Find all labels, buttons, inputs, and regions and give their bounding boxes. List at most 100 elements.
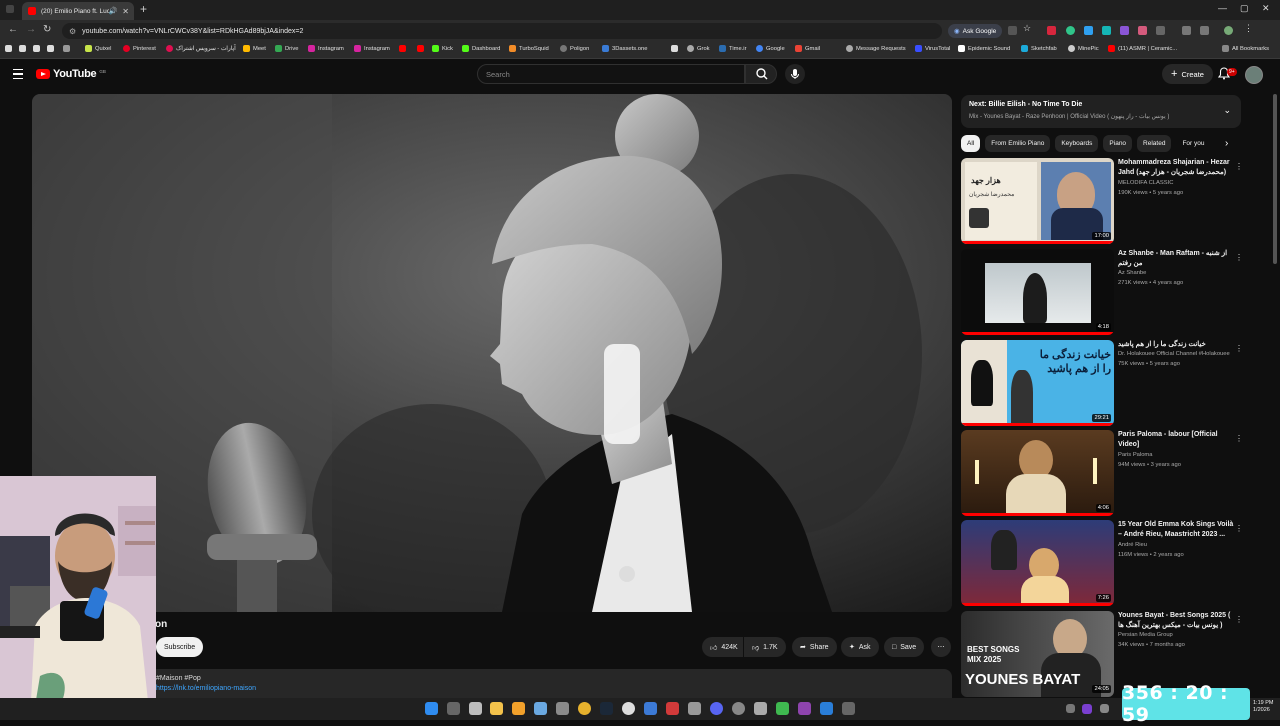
channel-name[interactable]: André Rieu [1118, 542, 1147, 548]
profile-icon[interactable] [1224, 26, 1233, 35]
back-icon[interactable]: ← [8, 24, 18, 35]
search-app-icon[interactable] [512, 702, 525, 715]
taskbar-app-icon[interactable] [469, 702, 482, 715]
bookmark-instagram-2[interactable]: Instagram [354, 45, 390, 52]
more-options-icon[interactable]: ⋮ [1235, 434, 1243, 443]
tray-icon[interactable] [1066, 704, 1075, 713]
chip-piano[interactable]: Piano [1103, 135, 1133, 152]
chrome-icon[interactable] [578, 702, 591, 715]
unreal-engine-icon[interactable] [622, 702, 635, 715]
video-thumbnail[interactable]: 7:26 [961, 520, 1114, 606]
cast-icon[interactable] [1008, 26, 1017, 35]
new-tab-icon[interactable]: + [140, 2, 147, 16]
bookmark-folder-1[interactable] [5, 45, 12, 52]
chip-for-you[interactable]: For you [1176, 135, 1210, 152]
video-thumbnail[interactable]: 4:06 [961, 430, 1114, 516]
reload-icon[interactable]: ↻ [43, 24, 51, 35]
bookmark-drive[interactable]: Drive [275, 45, 299, 52]
hamburger-menu-icon[interactable] [13, 69, 23, 79]
audio-icon[interactable]: 🔊 [109, 7, 118, 15]
bookmark-google[interactable]: Google [756, 45, 785, 52]
share-button[interactable]: ➦ Share [792, 637, 837, 657]
tab-close-icon[interactable]: ✕ [122, 7, 129, 16]
bookmark-folder-4[interactable] [47, 45, 54, 52]
bookmark-unnamed[interactable] [671, 45, 678, 52]
recommendation-item[interactable]: هزار جهد محمدرضا شجریان 17:00 Mohammadre… [961, 158, 1261, 244]
video-thumbnail[interactable]: هزار جهد محمدرضا شجریان 17:00 [961, 158, 1114, 244]
save-button[interactable]: □ Save [884, 637, 925, 657]
chip-keyboards[interactable]: Keyboards [1055, 135, 1099, 152]
bookmark-quixel[interactable]: Quixel [85, 45, 111, 52]
extension-pink-icon[interactable] [1138, 26, 1147, 35]
discord-icon[interactable] [710, 702, 723, 715]
sidebar-icon[interactable] [1200, 26, 1209, 35]
chip-from-emilio-piano[interactable]: From Emilio Piano [985, 135, 1051, 152]
bookmark-instagram-1[interactable]: Instagram [308, 45, 344, 52]
settings-icon[interactable] [556, 702, 569, 715]
bookmark-folder-2[interactable] [19, 45, 26, 52]
bookmark-minepic[interactable]: MinePic [1068, 45, 1099, 52]
chevron-right-icon[interactable]: › [1225, 138, 1228, 149]
channel-name[interactable]: Paris Paloma [1118, 452, 1152, 458]
video-title[interactable]: Az Shanbe - Man Raftam - از شنبه من رفتم [1118, 249, 1236, 268]
channel-name[interactable]: Persian Media Group [1118, 632, 1173, 638]
chip-all[interactable]: All [961, 135, 981, 152]
mail-icon[interactable] [534, 702, 547, 715]
bookmark-epidemic-sound[interactable]: Epidemic Sound [958, 45, 1010, 52]
extension-blue-icon[interactable] [1084, 26, 1093, 35]
video-thumbnail[interactable]: BEST SONGS MIX 2025 YOUNES BAYAT 24:05 [961, 611, 1114, 697]
taskbar-app-icon[interactable] [820, 702, 833, 715]
recommendation-item[interactable]: 7:26 15 Year Old Emma Kok Sings Voilà – … [961, 520, 1261, 606]
recommendation-item[interactable]: 4:18 Az Shanbe - Man Raftam - از شنبه من… [961, 249, 1261, 335]
bookmark-kick[interactable]: Kick [432, 45, 453, 52]
task-view-icon[interactable] [447, 702, 460, 715]
bookmark-meet[interactable]: Meet [243, 45, 266, 52]
dislike-button[interactable]: 👎︎ 1.7K [744, 637, 786, 657]
video-title[interactable]: 15 Year Old Emma Kok Sings Voilà – André… [1118, 520, 1236, 539]
forward-icon[interactable]: → [26, 24, 36, 35]
extension-red-icon[interactable] [1047, 26, 1056, 35]
bookmark-virustotal[interactable]: VirusTotal [915, 45, 950, 52]
steam-icon[interactable] [600, 702, 613, 715]
tab-search-icon[interactable] [6, 5, 14, 13]
more-options-icon[interactable]: ⋮ [1235, 162, 1243, 171]
taskbar-app-icon[interactable] [776, 702, 789, 715]
extension-violet-icon[interactable] [1120, 26, 1129, 35]
up-next-panel[interactable]: Next: Billie Eilish - No Time To Die Mix… [961, 95, 1241, 128]
search-button[interactable] [745, 64, 777, 84]
video-thumbnail[interactable]: خیانت زندگی ما را از هم پاشید 29:21 [961, 340, 1114, 426]
channel-name[interactable]: MELODIFA CLASSIC [1118, 180, 1173, 186]
bookmark-aparat[interactable]: آپارات - سرویس اشتراک [166, 45, 236, 52]
youtube-logo[interactable]: YouTube GB [36, 68, 106, 80]
bookmark-poligon[interactable]: Poligon [560, 45, 589, 52]
chrome-menu-icon[interactable]: ⋮ [1244, 23, 1253, 33]
taskbar-app-icon[interactable] [644, 702, 657, 715]
more-options-icon[interactable]: ⋮ [1235, 524, 1243, 533]
bookmark-asmr[interactable]: (11) ASMR | Ceramic... [1108, 45, 1177, 52]
close-window-icon[interactable]: ✕ [1262, 3, 1270, 14]
channel-name[interactable]: Az Shanbe [1118, 270, 1146, 276]
bookmark-grok[interactable]: Grok [687, 45, 710, 52]
more-actions-button[interactable]: ⋯ [931, 637, 951, 657]
all-bookmarks[interactable]: All Bookmarks [1222, 45, 1269, 52]
bookmark-pinterest[interactable]: Pinterest [123, 45, 156, 52]
bookmark-youtube-2[interactable] [417, 45, 424, 52]
browser-tab-active[interactable]: (20) Emilio Piano ft. Lucie – 🔊 ✕ [22, 2, 134, 20]
video-player[interactable] [32, 94, 952, 612]
bookmark-star-icon[interactable]: ☆ [1023, 23, 1032, 33]
bookmark-youtube-1[interactable] [399, 45, 406, 52]
taskbar-app-icon[interactable] [842, 702, 855, 715]
bookmark-dashboard[interactable]: Dashboard [462, 45, 500, 52]
minimize-icon[interactable]: — [1218, 3, 1227, 13]
video-title[interactable]: خیانت زندگی ما را از هم پاشید [1118, 340, 1236, 350]
create-button[interactable]: + Create [1162, 64, 1213, 84]
description-link[interactable]: https://lnk.to/emiliopiano-maison [156, 685, 256, 692]
bookmark-turbosquid[interactable]: TurboSquid [509, 45, 549, 52]
channel-name[interactable]: Dr. Holakouee Official Channel #Holakoue… [1118, 351, 1230, 357]
voice-search-button[interactable] [785, 64, 805, 84]
more-options-icon[interactable]: ⋮ [1235, 253, 1243, 262]
bookmark-gmail[interactable]: Gmail [795, 45, 820, 52]
file-explorer-icon[interactable] [490, 702, 503, 715]
taskbar-app-icon[interactable] [688, 702, 701, 715]
bookmark-folder-3[interactable] [33, 45, 40, 52]
